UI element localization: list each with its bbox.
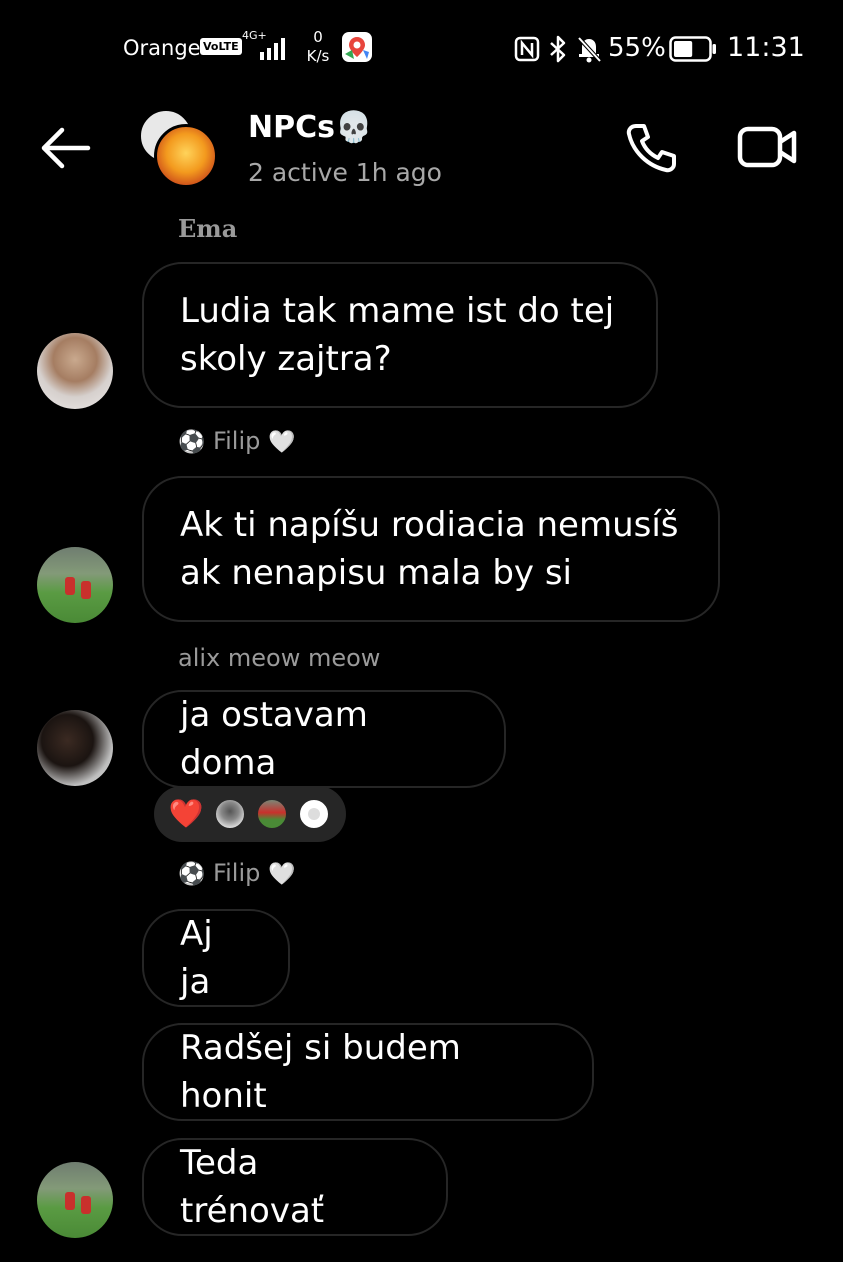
mute-icon [577, 36, 602, 63]
sender-name: Ema [178, 214, 238, 243]
reactions-bar[interactable]: ❤️ [154, 786, 346, 842]
carrier-name: Orange [123, 36, 201, 60]
battery-percent: 55% [608, 33, 666, 63]
group-title[interactable]: NPCs💀 [248, 110, 372, 145]
sender-name: alix meow meow [178, 644, 381, 672]
battery-icon [669, 36, 716, 62]
reactor-avatar [214, 798, 246, 830]
arrow-left-icon[interactable] [36, 122, 96, 174]
maps-icon [342, 32, 372, 62]
message-bubble[interactable]: ja ostavam doma [142, 690, 506, 788]
nfc-icon [514, 36, 540, 62]
message-bubble[interactable]: Teda trénovať [142, 1138, 448, 1236]
chat-header: NPCs💀 2 active 1h ago [0, 100, 843, 210]
soccer-ball-icon: ⚽ [178, 430, 206, 455]
white-heart-icon: 🤍 [267, 430, 296, 455]
network-speed-unit: K/s [306, 47, 330, 65]
message-bubble[interactable]: Radšej si budem honit [142, 1023, 594, 1121]
sender-name-text: Filip [213, 859, 261, 887]
video-camera-icon[interactable] [736, 122, 800, 172]
clock: 11:31 [727, 32, 805, 63]
avatar[interactable] [37, 1162, 113, 1238]
avatar[interactable] [37, 333, 113, 409]
message-bubble[interactable]: Ak ti napíšu rodiacia nemusíš ak nenapis… [142, 476, 720, 622]
reactor-avatar [298, 798, 330, 830]
soccer-ball-icon: ⚽ [178, 862, 206, 887]
sender-name: ⚽ Filip 🤍 [178, 427, 295, 455]
network-speed-value: 0 [313, 28, 323, 46]
phone-icon[interactable] [622, 120, 680, 174]
active-status: 2 active 1h ago [248, 158, 442, 187]
volte-badge: VoLTE [200, 38, 242, 55]
status-bar: Orange VoLTE 4G+ 0 K/s 55% 11:31 [0, 0, 843, 100]
message-bubble[interactable]: Aj ja [142, 909, 290, 1007]
signal-icon [260, 38, 285, 60]
sender-name: ⚽ Filip 🤍 [178, 859, 295, 887]
network-speed: 0 K/s [302, 28, 334, 66]
avatar[interactable] [37, 710, 113, 786]
reactor-avatar [256, 798, 288, 830]
message-bubble[interactable]: Ludia tak mame ist do tej skoly zajtra? [142, 262, 658, 408]
group-avatar[interactable] [134, 104, 220, 190]
sender-name-text: Filip [213, 427, 261, 455]
white-heart-icon: 🤍 [267, 862, 296, 887]
bluetooth-icon [550, 35, 566, 63]
group-avatar-front [154, 124, 218, 188]
red-heart-icon: ❤️ [168, 797, 204, 830]
avatar[interactable] [37, 547, 113, 623]
